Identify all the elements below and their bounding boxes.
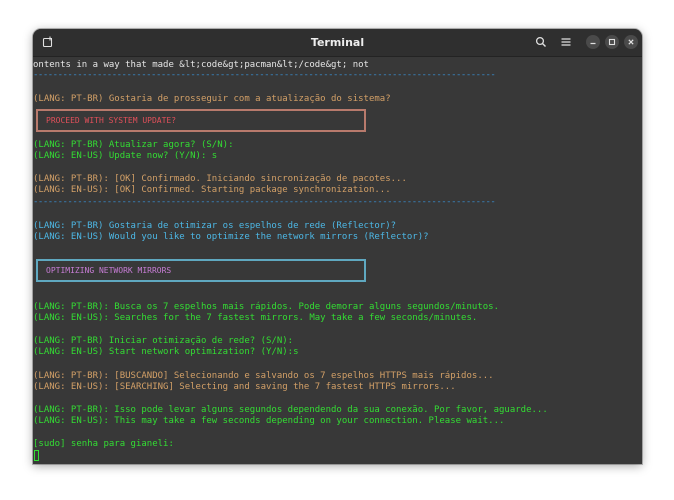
searching-en: (LANG: EN-US): [SEARCHING] Selecting and… xyxy=(33,382,456,392)
window-title: Terminal xyxy=(310,36,365,49)
question-mirrors-en: (LANG: EN-US) Would you like to optimize… xyxy=(33,232,429,242)
question-update-pt: (LANG: PT-BR) Gostaria de prosseguir com… xyxy=(33,94,391,104)
ok-en: (LANG: EN-US): [OK] Confirmed. Starting … xyxy=(33,185,391,195)
proceed-update-box: PROCEED WITH SYSTEM UPDATE? xyxy=(36,109,366,132)
search-icon[interactable] xyxy=(532,33,550,51)
terminal-window: Terminal ontents in a way that made &lt;… xyxy=(33,29,642,464)
optimizing-mirrors-label: OPTIMIZING NETWORK MIRRORS xyxy=(46,266,172,275)
close-icon[interactable] xyxy=(624,35,638,49)
sudo-password-prompt: [sudo] senha para gianeli: xyxy=(33,439,174,449)
terminal-cursor[interactable] xyxy=(34,450,39,461)
proceed-update-label: PROCEED WITH SYSTEM UPDATE? xyxy=(46,116,177,125)
start-optimization-en: (LANG: EN-US) Start network optimization… xyxy=(33,347,299,357)
title-bar: Terminal xyxy=(33,29,642,57)
ask-update-en: (LANG: EN-US) Update now? (Y/N): s xyxy=(33,151,218,161)
terminal-output[interactable]: ontents in a way that made &lt;code&gt;p… xyxy=(33,57,633,464)
search-info-en: (LANG: EN-US): Searches for the 7 fastes… xyxy=(33,313,478,323)
wait-en: (LANG: EN-US): This may take a few secon… xyxy=(33,416,505,426)
separator-line: ----------------------------------------… xyxy=(33,197,496,207)
optimizing-mirrors-box: OPTIMIZING NETWORK MIRRORS xyxy=(36,259,366,282)
maximize-icon[interactable] xyxy=(605,35,619,49)
separator-line: ----------------------------------------… xyxy=(33,70,496,80)
hamburger-menu-icon[interactable] xyxy=(557,33,575,51)
minimize-icon[interactable] xyxy=(586,35,600,49)
